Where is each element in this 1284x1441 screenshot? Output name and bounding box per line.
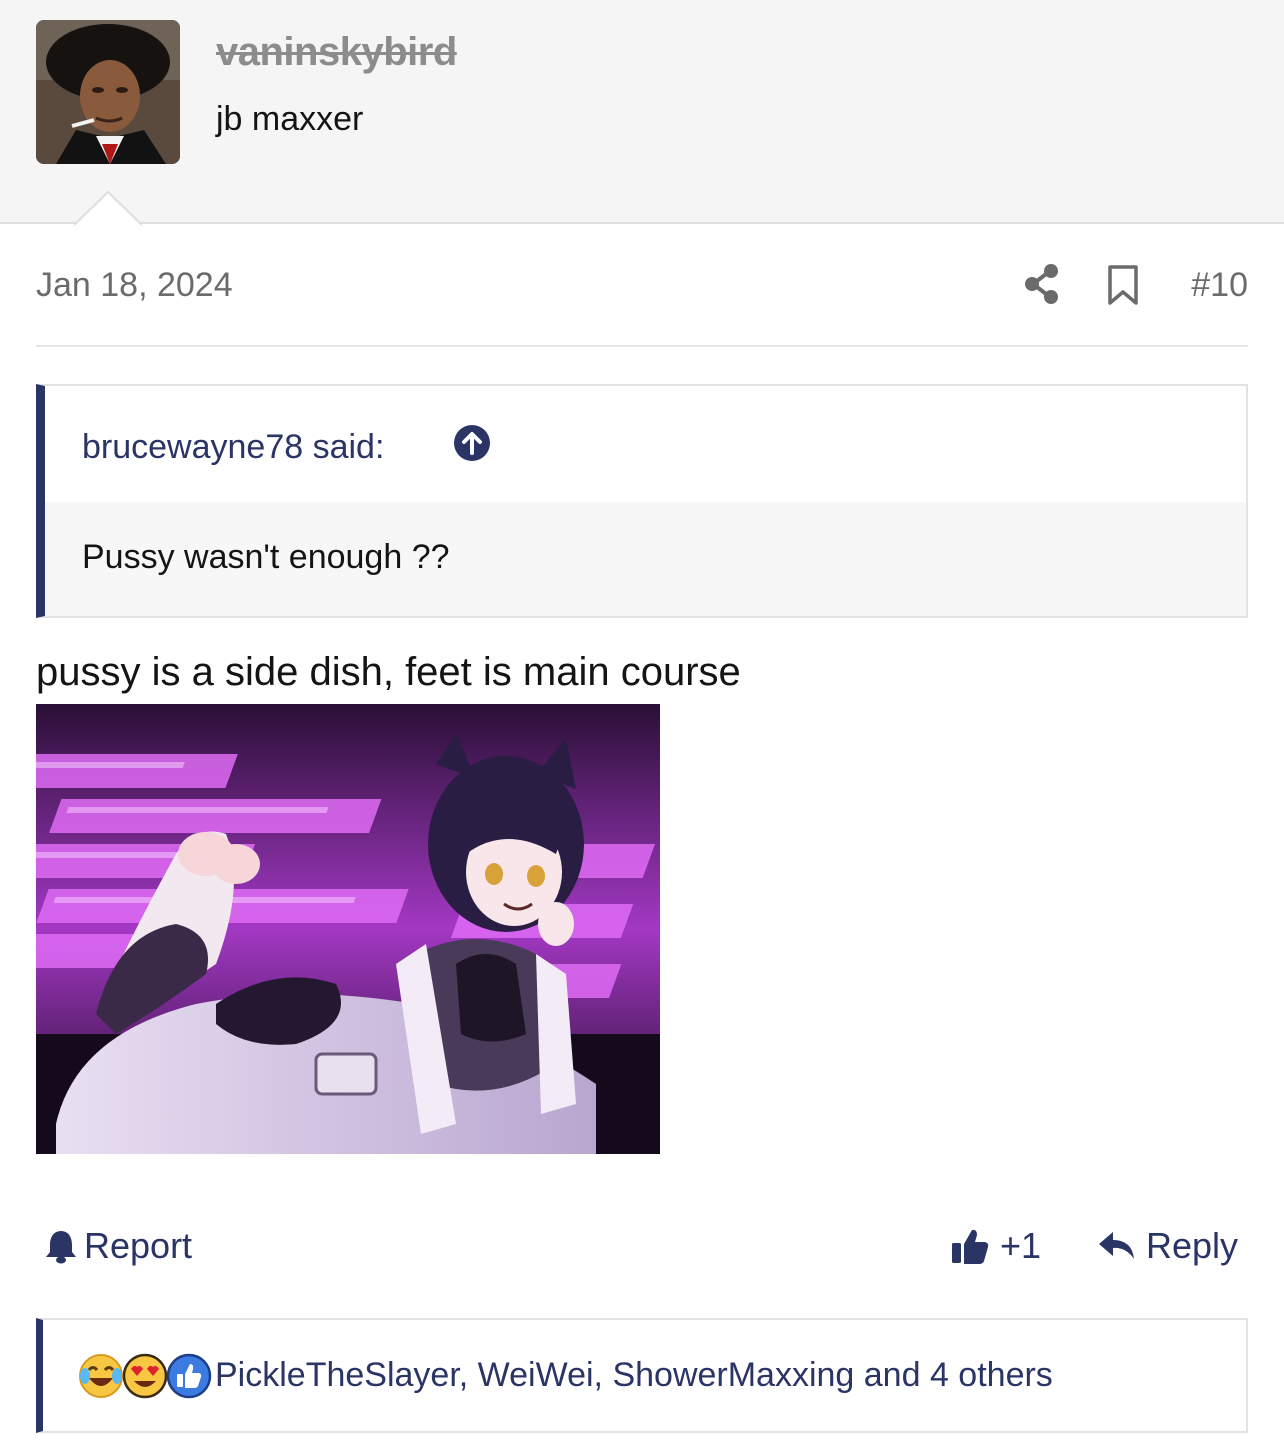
post-meta: Jan 18, 2024 #10 — [36, 262, 1248, 310]
header-pointer-arrow — [74, 191, 142, 226]
heart-eyes-icon — [122, 1353, 168, 1399]
quote-body: Pussy wasn't enough ?? — [45, 502, 1246, 616]
thumbs-up-reaction-icon — [166, 1353, 212, 1399]
reply-button[interactable]: Reply — [1098, 1222, 1238, 1270]
bell-icon — [46, 1231, 76, 1264]
quote-author[interactable]: brucewayne78 said: — [82, 428, 384, 467]
divider — [36, 345, 1248, 347]
thumbs-up-icon — [952, 1229, 989, 1264]
quote-text: Pussy wasn't enough ?? — [82, 538, 450, 576]
share-icon[interactable] — [1024, 262, 1060, 306]
user-title: jb maxxer — [216, 100, 364, 138]
like-count: +1 — [1000, 1225, 1042, 1266]
post-date[interactable]: Jan 18, 2024 — [36, 266, 233, 305]
reaction-icons — [77, 1352, 217, 1400]
bookmark-icon[interactable] — [1106, 264, 1140, 306]
avatar[interactable] — [36, 20, 180, 164]
reply-label: Reply — [1146, 1225, 1239, 1266]
reply-arrow-icon — [1099, 1232, 1134, 1259]
report-button[interactable]: Report — [44, 1222, 192, 1270]
reactions-bar[interactable]: PickleTheSlayer, WeiWei, ShowerMaxxing a… — [36, 1318, 1248, 1433]
like-button[interactable]: +1 — [950, 1222, 1041, 1270]
post-number[interactable]: #10 — [1191, 266, 1248, 305]
arrow-up-circle-icon[interactable] — [453, 424, 491, 462]
message-user-header: vaninskybird jb maxxer — [0, 0, 1284, 226]
username[interactable]: vaninskybird — [216, 30, 457, 75]
quote-header: brucewayne78 said: — [45, 386, 1246, 502]
report-label: Report — [84, 1225, 193, 1266]
laugh-cry-icon — [79, 1354, 123, 1398]
quote-block: brucewayne78 said: Pussy wasn't enough ?… — [36, 384, 1248, 618]
post-image[interactable] — [36, 704, 660, 1154]
post-message: pussy is a side dish, feet is main cours… — [36, 650, 741, 694]
reaction-users[interactable]: PickleTheSlayer, WeiWei, ShowerMaxxing a… — [215, 1356, 1053, 1395]
